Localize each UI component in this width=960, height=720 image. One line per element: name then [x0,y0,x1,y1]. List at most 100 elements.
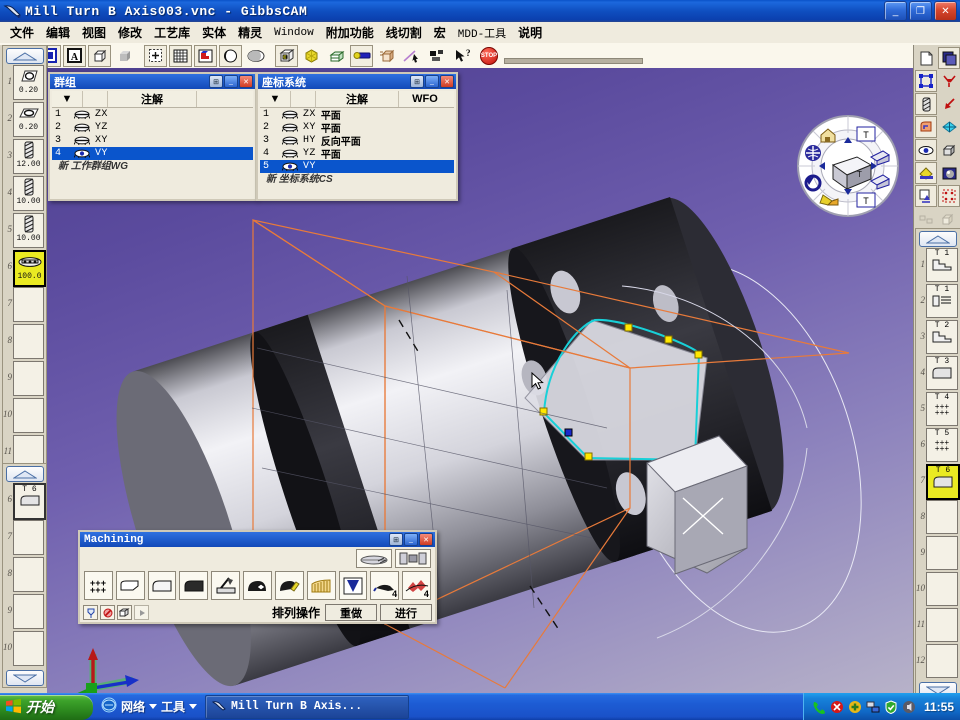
table-row[interactable]: 5 VY [260,160,454,173]
operation-slot-cell[interactable]: T 5 +++ +++ [926,428,958,462]
coord-col-wfo[interactable]: WFO [399,91,451,107]
menu-item-3[interactable]: 视图 [76,22,112,43]
tool-slot-cell[interactable]: 0.20 [13,65,44,100]
operation-slot-cell[interactable] [926,608,958,642]
machining-multi-surface-icon[interactable]: 4 [402,571,431,600]
menu-item-7[interactable]: 精灵 [232,22,268,43]
secondary-scroll-down[interactable] [5,670,44,686]
coord-col-sort[interactable]: ▼ [260,91,291,107]
operation-slot-12[interactable]: 12 [916,644,960,680]
group-window-titlebar[interactable]: 群组 ⊞ _ ✕ [50,74,255,89]
tool-slot-cell[interactable] [13,361,44,396]
bounding-box-icon[interactable] [915,70,937,92]
flatten-icon[interactable] [915,208,937,230]
machining-minimize-button[interactable]: _ [404,533,418,546]
machining-surface-pencil-icon[interactable] [274,571,304,600]
taskbar-window-button[interactable]: Mill Turn B Axis... [205,694,410,719]
secondary-slot-6[interactable]: 6 T 6 [3,483,46,520]
stock-bar-icon[interactable] [350,44,373,67]
operation-slot-9[interactable]: 9 [916,536,960,572]
tool-slot-cell[interactable]: 10.00 [13,213,44,248]
operation-slot-6[interactable]: 6T 5 +++ +++ [916,428,960,464]
tool-slot-cell[interactable]: 0.20 [13,102,44,137]
tool-slot-5[interactable]: 5 10.00 [3,213,46,250]
operation-slot-cell[interactable] [926,572,958,606]
operation-slot-cell[interactable]: T 3 [926,356,958,390]
paint-bucket-icon[interactable] [915,162,937,184]
eye-visibility-icon[interactable] [277,136,303,145]
eye-visibility-icon[interactable] [69,149,95,158]
eye-visibility-icon[interactable] [277,149,303,158]
quick-launch-tools-label[interactable]: 工具 [161,698,185,715]
shaded-box-icon[interactable] [113,44,136,67]
operation-slot-2[interactable]: 2 T 1 [916,284,960,320]
secondary-slot-cell[interactable] [13,557,44,592]
secondary-slot-cell[interactable] [13,520,44,555]
tool-slot-cell[interactable]: 12.00 [13,139,44,174]
tool-slot-cell[interactable] [13,398,44,433]
eye-visibility-icon[interactable] [277,110,303,119]
secondary-scroll-up[interactable] [5,466,44,482]
tool-slot-cell[interactable]: 100.0 [13,250,46,287]
menu-item-8[interactable]: Window [268,25,320,41]
line-arrow-icon[interactable] [400,44,423,67]
render-ball-icon[interactable] [938,162,960,184]
group-minimize-button[interactable]: _ [224,75,238,88]
network-icon[interactable] [101,697,117,716]
machining-contour-icon[interactable] [147,571,177,600]
stock-bar-icon[interactable] [356,549,392,568]
sphere-shade-icon[interactable] [244,44,267,67]
operation-slot-5[interactable]: 5T 4 +++ +++ [916,392,960,428]
secondary-slot-10[interactable]: 10 [3,631,46,668]
network-blue-icon[interactable] [866,700,880,714]
operation-slot-10[interactable]: 10 [916,572,960,608]
tool-slot-8[interactable]: 8 [3,324,46,361]
menu-item-10[interactable]: 线切割 [380,22,428,43]
taskbar-clock[interactable]: 11:55 [924,700,954,714]
operation-slot-3[interactable]: 3 T 2 [916,320,960,356]
machining-redo-button[interactable]: 重做 [325,604,377,621]
machining-ramp-hatch-icon[interactable] [306,571,336,600]
group-icon[interactable] [425,44,448,67]
table-row[interactable]: 4 VY [52,147,253,160]
copy-solid-icon[interactable] [375,44,398,67]
menu-item-9[interactable]: 附加功能 [320,22,380,43]
render-gold-icon[interactable] [300,44,323,67]
machining-pin-button[interactable]: ⊞ [389,533,403,546]
menu-item-11[interactable]: 宏 [428,22,452,43]
eye-visibility-icon[interactable] [69,123,95,132]
table-row[interactable]: 1 ZX [52,108,253,121]
tool-slot-6[interactable]: 6 100.0 [3,250,46,287]
operation-slot-11[interactable]: 11 [916,608,960,644]
table-row[interactable]: 3 XY [52,134,253,147]
start-button[interactable]: 开始 [0,694,93,720]
close-button[interactable]: ✕ [934,1,957,21]
menu-item-4[interactable]: 修改 [112,22,148,43]
eye-visibility-icon[interactable] [69,110,95,119]
secondary-slot-7[interactable]: 7 [3,520,46,557]
tool-scroll-up[interactable] [5,48,44,64]
box-solid-icon[interactable] [117,605,132,620]
coord-minimize-button[interactable]: _ [425,75,439,88]
group-col-comment[interactable]: 注解 [108,91,197,107]
eye-visibility-icon[interactable] [277,123,303,132]
operation-slot-cell[interactable] [926,644,958,678]
tool-slot-4[interactable]: 4 10.00 [3,176,46,213]
wireframe-box-icon[interactable] [88,44,111,67]
coord-pin-button[interactable]: ⊞ [410,75,424,88]
machining-window[interactable]: Machining ⊞ _ ✕ +++ +++ 4 4 排列操作 重做 进行 [78,530,437,624]
eye-visibility-icon[interactable] [915,139,937,161]
machining-drill-points-icon[interactable]: +++ +++ [84,571,113,600]
table-row[interactable]: 4 YZ 平面 [260,147,454,161]
tool-slot-1[interactable]: 1 0.20 [3,65,46,102]
menu-item-1[interactable]: 文件 [4,22,40,43]
quick-launch-network-label[interactable]: 网络 [121,698,145,715]
machining-titlebar[interactable]: Machining ⊞ _ ✕ [80,532,435,547]
machining-run-button[interactable]: 进行 [380,604,432,621]
tool-slot-cell[interactable] [13,324,44,359]
operation-slot-cell[interactable] [926,536,958,570]
secondary-slot-8[interactable]: 8 [3,557,46,594]
chevron-down-icon-2[interactable] [189,704,198,709]
coord-close-button[interactable]: ✕ [440,75,454,88]
table-row[interactable]: 1 ZX 平面 [260,108,454,122]
